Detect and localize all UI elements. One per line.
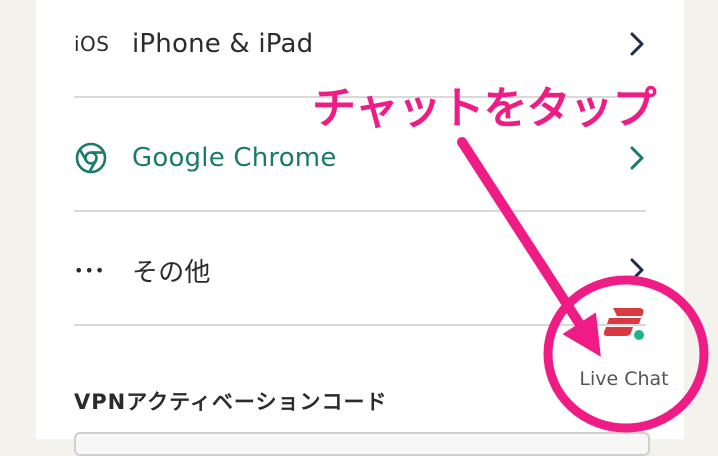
live-chat-label: Live Chat — [579, 368, 669, 390]
list-item-label: iPhone & iPad — [132, 29, 314, 59]
more-dots-icon: ••• — [74, 260, 106, 280]
section-title: VPNアクティベーションコード — [74, 390, 388, 414]
activation-code-field[interactable] — [74, 432, 650, 456]
divider — [74, 324, 646, 326]
annotation-text: チャットをタップ — [312, 83, 657, 134]
divider — [74, 210, 646, 212]
chevron-right-icon — [630, 258, 644, 282]
list-item-other[interactable]: ••• その他 — [74, 214, 646, 326]
chevron-right-icon — [630, 32, 644, 56]
chrome-icon — [75, 142, 107, 174]
chevron-right-icon — [630, 146, 644, 170]
list-item-label: Google Chrome — [132, 143, 337, 173]
ios-icon: iOS — [74, 32, 110, 56]
list-item-label: その他 — [132, 257, 211, 288]
live-chat-button[interactable]: Live Chat — [565, 296, 683, 402]
expressvpn-logo-icon — [603, 308, 646, 342]
